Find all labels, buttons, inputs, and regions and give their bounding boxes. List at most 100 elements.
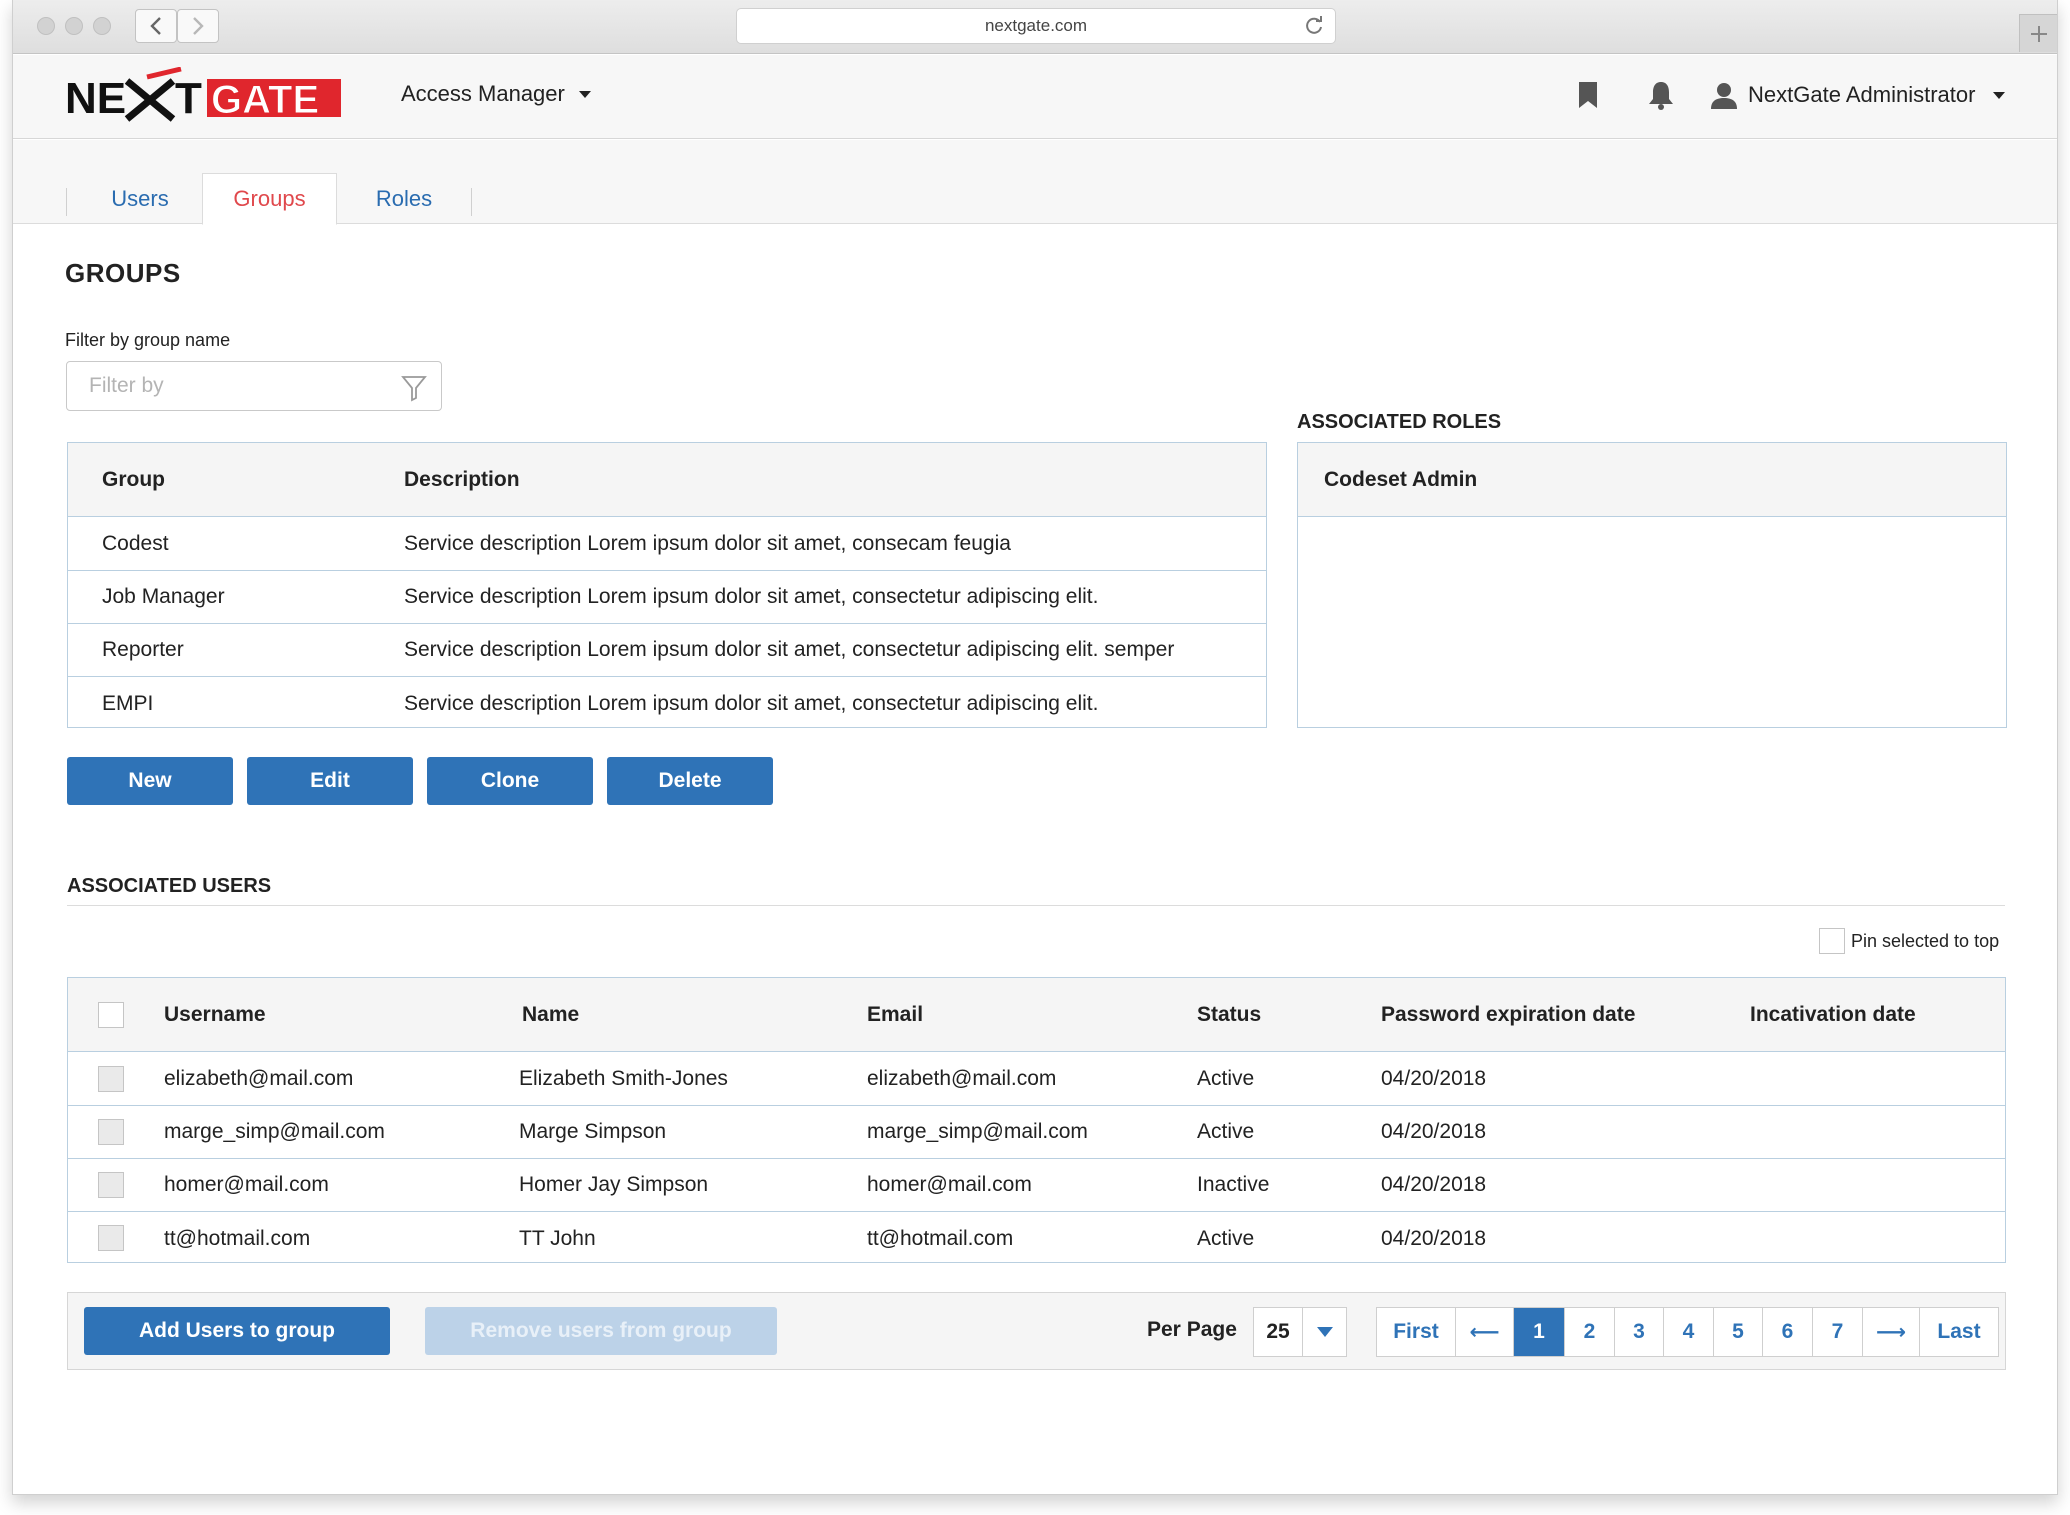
user-avatar-icon [1711,83,1737,109]
table-header: Group Description [68,443,1266,517]
page-button-6[interactable]: 6 [1763,1308,1813,1356]
address-bar[interactable]: nextgate.com [736,8,1336,44]
browser-window: nextgate.com NE T GATE Access Manager Ne… [12,0,2058,1495]
select-all-checkbox[interactable] [98,1002,124,1028]
column-header-name[interactable]: Name [522,978,579,1051]
prev-page-button[interactable]: ⟵ [1456,1308,1514,1356]
page-button-5[interactable]: 5 [1714,1308,1763,1356]
table-row[interactable]: elizabeth@mail.com Elizabeth Smith-Jones… [68,1053,2005,1106]
row-checkbox[interactable] [98,1172,124,1198]
table-row[interactable]: Codest Service description Lorem ipsum d… [68,518,1266,571]
bookmark-icon[interactable] [1573,79,1603,111]
notification-bell-icon[interactable] [1646,79,1676,111]
groups-table: Group Description Codest Service descrip… [67,442,1267,728]
tab-groups[interactable]: Groups [202,173,337,225]
group-description: Service description Lorem ipsum dolor si… [404,638,1175,661]
pin-selected-label: Pin selected to top [1851,931,2000,951]
delete-button[interactable]: Delete [607,757,773,805]
page-title: GROUPS [65,258,181,288]
clone-button[interactable]: Clone [427,757,593,805]
group-description: Service description Lorem ipsum dolor si… [404,585,1099,608]
per-page-value: 25 [1266,1320,1290,1343]
email-cell: elizabeth@mail.com [867,1067,1057,1090]
page-button-7[interactable]: 7 [1813,1308,1863,1356]
last-page-button[interactable]: Last [1920,1308,1998,1356]
filter-label: Filter by group name [65,330,231,350]
table-row[interactable]: homer@mail.com Homer Jay Simpson homer@m… [68,1159,2005,1212]
tab-roles[interactable]: Roles [337,173,471,224]
first-page-button[interactable]: First [1377,1308,1456,1356]
row-checkbox[interactable] [98,1225,124,1251]
table-row[interactable]: Reporter Service description Lorem ipsum… [68,624,1266,677]
group-filter-input[interactable] [89,374,389,398]
table-row[interactable]: marge_simp@mail.com Marge Simpson marge_… [68,1106,2005,1159]
page-button-2[interactable]: 2 [1565,1308,1615,1356]
new-tab-button[interactable] [2019,14,2057,52]
email-cell: tt@hotmail.com [867,1226,1014,1250]
password-expiration-cell: 04/20/2018 [1381,1226,1487,1250]
column-header-group[interactable]: Group [102,443,165,516]
password-expiration-cell: 04/20/2018 [1381,1120,1487,1143]
name-cell: Elizabeth Smith-Jones [519,1067,728,1090]
email-cell: homer@mail.com [867,1173,1032,1196]
new-button[interactable]: New [67,757,233,805]
zoom-window-dot[interactable] [93,17,111,35]
table-row[interactable]: Job Manager Service description Lorem ip… [68,571,1266,624]
column-header-description[interactable]: Description [404,443,520,516]
page-button-1[interactable]: 1 [1514,1308,1565,1356]
close-window-dot[interactable] [37,17,55,35]
column-header-password-expiration[interactable]: Password expiration date [1381,978,1635,1051]
chevron-left-icon [150,17,161,35]
reload-icon[interactable] [1303,15,1325,37]
group-name: EMPI [102,691,154,715]
app-header: NE T GATE Access Manager NextGate Admini… [13,55,2057,139]
user-menu[interactable]: NextGate Administrator [1710,81,2006,109]
column-header-inactivation-date[interactable]: Incativation date [1750,978,1916,1051]
edit-button[interactable]: Edit [247,757,413,805]
status-cell: Active [1197,1067,1255,1090]
page-button-4[interactable]: 4 [1664,1308,1714,1356]
back-button[interactable] [135,9,177,43]
column-header-status[interactable]: Status [1197,978,1261,1051]
remove-users-button[interactable]: Remove users from group [425,1307,777,1355]
page-button-3[interactable]: 3 [1615,1308,1664,1356]
role-name[interactable]: Codeset Admin [1324,443,1477,516]
column-header-username[interactable]: Username [164,978,266,1051]
name-cell: Homer Jay Simpson [519,1173,709,1196]
dropdown-toggle[interactable] [1302,1308,1346,1356]
username-cell: elizabeth@mail.com [164,1067,354,1090]
chevron-right-icon [193,17,204,35]
status-cell: Active [1197,1226,1255,1250]
users-table-footer: Add Users to group Remove users from gro… [67,1292,2006,1370]
name-cell: TT John [519,1226,596,1250]
pin-selected-checkbox[interactable] [1819,928,1845,954]
minimize-window-dot[interactable] [65,17,83,35]
next-page-button[interactable]: ⟶ [1863,1308,1920,1356]
app-menu-label: Access Manager [401,81,565,106]
forward-button[interactable] [177,9,219,43]
plus-icon [2030,25,2047,42]
add-users-button[interactable]: Add Users to group [84,1307,390,1355]
status-cell: Active [1197,1120,1255,1143]
associated-roles-title: ASSOCIATED ROLES [1297,411,1502,433]
tab-divider [471,188,472,216]
group-filter-field[interactable] [66,361,442,411]
url-text: nextgate.com [984,16,1088,35]
row-checkbox[interactable] [98,1066,124,1092]
row-checkbox[interactable] [98,1119,124,1145]
roles-header: Codeset Admin [1298,443,2006,517]
users-table: Username Name Email Status Password expi… [67,977,2006,1263]
filter-funnel-icon[interactable] [401,374,427,402]
tab-users[interactable]: Users [67,173,213,224]
username-cell: tt@hotmail.com [164,1226,311,1250]
table-header: Username Name Email Status Password expi… [68,978,2005,1052]
nextgate-logo[interactable]: NE T GATE [65,67,345,125]
per-page-select[interactable]: 25 [1253,1307,1347,1357]
table-row[interactable]: EMPI Service description Lorem ipsum dol… [68,677,1266,730]
column-header-email[interactable]: Email [867,978,923,1051]
password-expiration-cell: 04/20/2018 [1381,1173,1487,1196]
table-row[interactable]: tt@hotmail.com TT John tt@hotmail.com Ac… [68,1212,2005,1265]
group-name: Job Manager [102,585,225,608]
access-manager-menu[interactable]: Access Manager [401,81,591,107]
associated-roles-panel: Codeset Admin [1297,442,2007,728]
